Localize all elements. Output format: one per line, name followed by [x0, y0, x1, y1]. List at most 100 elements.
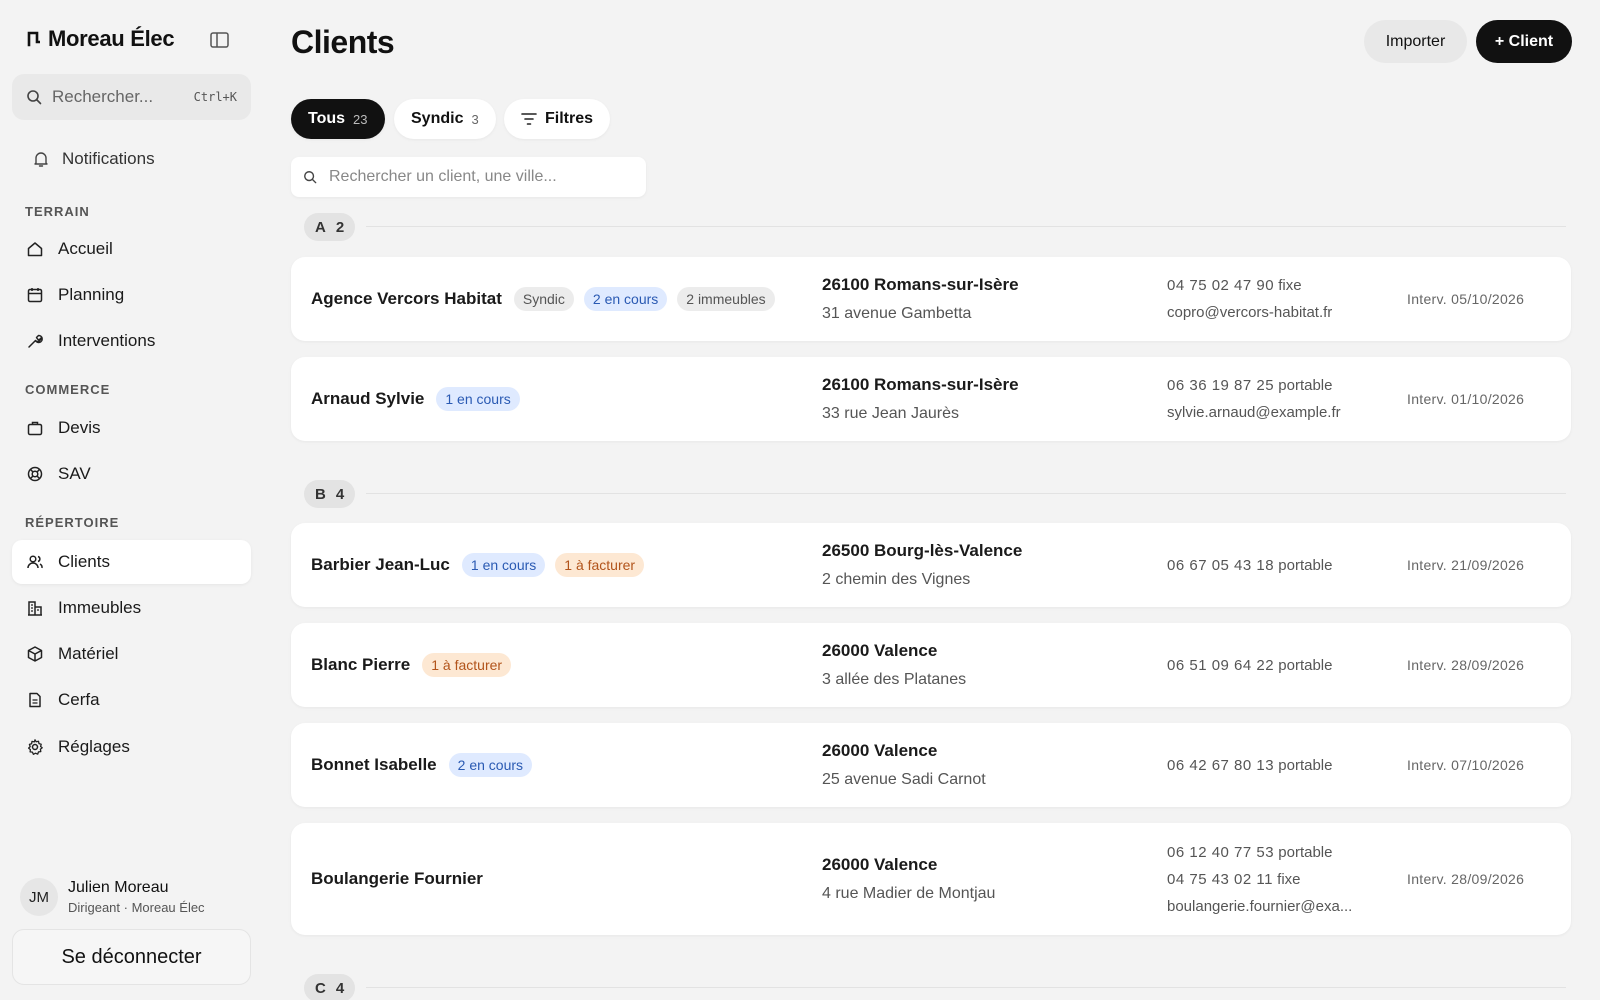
status-badge: 1 à facturer	[422, 653, 512, 677]
group-count: 4	[335, 979, 345, 997]
phone-kind: portable	[1278, 656, 1333, 674]
filter-chip-tous[interactable]: Tous 23	[291, 99, 385, 139]
document-icon	[29, 692, 41, 708]
group-pill: B 4	[304, 480, 356, 508]
group-letter: A	[315, 218, 326, 236]
sidebar-item-cerfa[interactable]: Cerfa	[12, 678, 251, 722]
user-role: Dirigeant · Moreau Élec	[68, 900, 205, 915]
client-email[interactable]: copro@vercors-habitat.fr	[1167, 304, 1332, 321]
client-phone[interactable]: 06 36 19 87 25	[1167, 377, 1274, 394]
brand[interactable]: Moreau Élec	[26, 26, 175, 52]
users-icon	[27, 555, 43, 569]
group-pill: C 4	[304, 974, 356, 1000]
group-header: B 4	[304, 480, 1566, 508]
client-city: 26000 Valence	[822, 855, 938, 874]
client-phone[interactable]: 06 12 40 77 53	[1167, 844, 1274, 861]
status-badge: 2 en cours	[583, 287, 668, 311]
client-phone[interactable]: 06 51 09 64 22	[1167, 657, 1274, 674]
client-street: 33 rue Jean Jaurès	[822, 405, 959, 422]
import-button[interactable]: Importer	[1364, 20, 1467, 63]
last-intervention: Interv. 05/10/2026	[1407, 291, 1525, 307]
sidebar-item-accueil[interactable]: Accueil	[12, 227, 251, 271]
client-street: 4 rue Madier de Montjau	[822, 885, 996, 902]
group-count: 4	[335, 485, 345, 503]
group-header: A 2	[304, 213, 1566, 241]
sidebar: Moreau Élec Rechercher... Ctrl+K Notific…	[0, 0, 262, 1000]
chip-label: Tous	[308, 110, 346, 127]
filters-button[interactable]: Filtres	[504, 99, 611, 139]
client-city: 26100 Romans-sur-Isère	[822, 375, 1019, 394]
user-profile[interactable]: JM Julien Moreau Dirigeant · Moreau Élec	[20, 878, 205, 916]
sidebar-item-label: Interventions	[58, 331, 156, 350]
client-search[interactable]	[291, 157, 646, 197]
sidebar-item-planning[interactable]: Planning	[12, 273, 251, 317]
sidebar-item-materiel[interactable]: Matériel	[12, 632, 251, 676]
client-row[interactable]: Bonnet Isabelle 2 en cours 26000 Valence…	[291, 723, 1571, 807]
global-search[interactable]: Rechercher... Ctrl+K	[12, 74, 251, 120]
client-name: Bonnet Isabelle	[311, 755, 437, 774]
global-search-placeholder: Rechercher...	[52, 87, 154, 106]
status-badge: 1 en cours	[436, 387, 520, 411]
client-city: 26000 Valence	[822, 741, 938, 760]
notifications-link[interactable]: Notifications	[12, 138, 251, 180]
client-search-input[interactable]	[329, 168, 629, 186]
search-shortcut: Ctrl+K	[193, 90, 237, 104]
sidebar-item-immeubles[interactable]: Immeubles	[12, 586, 251, 630]
chip-count: 3	[471, 111, 479, 127]
home-icon	[27, 242, 43, 257]
add-client-button[interactable]: + Client	[1476, 20, 1572, 63]
sidebar-item-reglages[interactable]: Réglages	[12, 725, 251, 769]
filter-chip-syndic[interactable]: Syndic 3	[394, 99, 496, 139]
sidebar-toggle-icon[interactable]	[208, 30, 232, 50]
sidebar-item-sav[interactable]: SAV	[12, 452, 251, 496]
client-name: Boulangerie Fournier	[311, 869, 483, 888]
client-phone[interactable]: 04 75 02 47 90	[1167, 277, 1274, 294]
client-street: 31 avenue Gambetta	[822, 305, 972, 322]
client-row[interactable]: Arnaud Sylvie 1 en cours 26100 Romans-su…	[291, 357, 1571, 441]
client-phone[interactable]: 06 42 67 80 13	[1167, 757, 1274, 774]
client-email[interactable]: sylvie.arnaud@example.fr	[1167, 404, 1341, 421]
phone-kind: portable	[1278, 843, 1333, 861]
group-divider	[366, 226, 1566, 227]
search-icon	[304, 171, 317, 184]
client-row[interactable]: Blanc Pierre 1 à facturer 26000 Valence …	[291, 623, 1571, 707]
sidebar-item-interventions[interactable]: Interventions	[12, 319, 251, 363]
phone-kind: portable	[1278, 377, 1333, 394]
client-row[interactable]: Boulangerie Fournier 26000 Valence 4 rue…	[291, 823, 1571, 935]
status-badge: 1 en cours	[461, 553, 546, 577]
client-phone[interactable]: 06 67 05 43 18	[1167, 557, 1274, 574]
client-phone[interactable]: 04 75 43 02 11	[1167, 871, 1273, 888]
section-terrain: TERRAIN	[25, 204, 90, 219]
group-letter: C	[315, 979, 326, 997]
gear-icon	[27, 739, 43, 755]
group-divider	[366, 493, 1566, 494]
logo-icon	[27, 31, 40, 47]
sidebar-item-clients[interactable]: Clients	[12, 540, 251, 584]
sidebar-item-label: Cerfa	[58, 690, 100, 709]
search-icon	[27, 90, 42, 105]
status-badge: Syndic	[513, 287, 574, 311]
calendar-icon	[27, 288, 43, 303]
phone-kind: fixe	[1277, 870, 1301, 888]
client-city: 26500 Bourg-lès-Valence	[822, 541, 1023, 560]
client-street: 2 chemin des Vignes	[822, 571, 971, 588]
status-badge: 1 à facturer	[555, 553, 645, 577]
lifebuoy-icon	[27, 466, 43, 482]
sidebar-item-label: Réglages	[58, 737, 130, 756]
page-title: Clients	[291, 24, 395, 60]
client-row[interactable]: Barbier Jean-Luc 1 en cours 1 à facturer…	[291, 523, 1571, 607]
box-icon	[27, 646, 43, 662]
group-count: 2	[335, 218, 345, 236]
last-intervention: Interv. 28/09/2026	[1407, 871, 1525, 887]
logout-button[interactable]: Se déconnecter	[12, 929, 251, 985]
client-city: 26100 Romans-sur-Isère	[822, 275, 1019, 294]
sidebar-item-devis[interactable]: Devis	[12, 406, 251, 450]
filter-icon	[521, 113, 537, 125]
chip-count: 23	[353, 111, 368, 127]
status-badge: 2 en cours	[448, 753, 533, 777]
status-badge: 2 immeubles	[677, 287, 775, 311]
client-email[interactable]: boulangerie.fournier@exa...	[1167, 898, 1352, 915]
client-row[interactable]: Agence Vercors Habitat Syndic 2 en cours…	[291, 257, 1571, 341]
wrench-icon	[28, 334, 43, 348]
sidebar-item-label: Clients	[58, 552, 110, 571]
